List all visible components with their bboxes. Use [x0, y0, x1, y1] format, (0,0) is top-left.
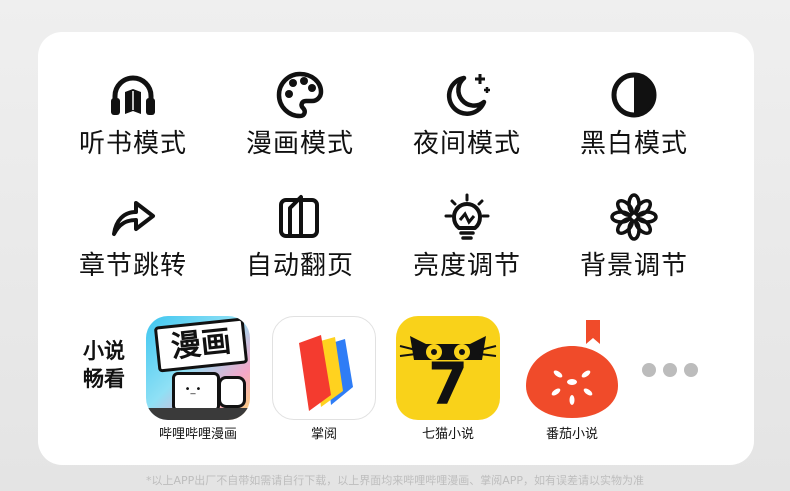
mode-background[interactable]: 背景调节 — [554, 154, 714, 281]
tile-text: 漫画 — [169, 323, 233, 366]
reading-modes-grid: 听书模式 漫画模式 夜间模式 黑白模式 章节跳转 自动翻页 亮度调节 背景调节 — [38, 32, 754, 292]
mode-label: 亮度调节 — [412, 251, 521, 281]
mode-label: 背景调节 — [579, 251, 688, 281]
flower-icon — [610, 193, 658, 241]
app-name: 哔哩哔哩漫画 — [158, 427, 237, 442]
app-name: 掌阅 — [310, 427, 337, 442]
forward-arrow-icon — [112, 201, 155, 236]
moon-stars-icon — [446, 74, 490, 116]
mode-label: 自动翻页 — [245, 251, 354, 281]
app-qimao[interactable]: 7 七猫小说 — [390, 316, 506, 444]
mode-brightness[interactable]: 亮度调节 — [387, 154, 547, 281]
fanqie-app-icon — [520, 316, 624, 420]
qimao-app-icon: 7 — [396, 316, 500, 420]
tile-text: 7 — [427, 350, 469, 418]
mode-comic[interactable]: 漫画模式 — [220, 32, 380, 159]
disclaimer-footnote: *以上APP出厂不自带如需请自行下载，以上界面均来哔哩哔哩漫画、掌阅APP，如有… — [145, 474, 645, 487]
page-flip-icon — [279, 195, 319, 238]
app-bilibili-manga[interactable]: 漫画 •_• 哔哩哔哩漫画 — [140, 316, 256, 444]
apps-title-line2: 畅看 — [83, 367, 125, 391]
mode-label: 章节跳转 — [78, 251, 187, 281]
mode-monochrome[interactable]: 黑白模式 — [554, 32, 714, 159]
mode-auto-page[interactable]: 自动翻页 — [220, 154, 380, 281]
half-circle-contrast-icon — [611, 72, 657, 118]
app-zhangyue[interactable]: 掌阅 — [266, 316, 382, 444]
mode-chapter-jump[interactable]: 章节跳转 — [53, 154, 213, 281]
more-dots-icon[interactable] — [642, 362, 712, 378]
mode-night[interactable]: 夜间模式 — [387, 32, 547, 159]
light-bulb-icon — [444, 193, 490, 240]
headphones-book-icon — [111, 75, 155, 115]
apps-title-line1: 小说 — [83, 339, 125, 363]
apps-section-title: 小说 畅看 — [83, 337, 143, 393]
mode-listen[interactable]: 听书模式 — [53, 32, 213, 159]
palette-icon — [276, 71, 324, 119]
features-card: 听书模式 漫画模式 夜间模式 黑白模式 章节跳转 自动翻页 亮度调节 背景调节 … — [38, 32, 754, 465]
app-fanqie[interactable]: 番茄小说 — [514, 316, 630, 444]
zhangyue-app-icon — [272, 316, 376, 420]
app-name: 七猫小说 — [421, 427, 474, 442]
bilibili-manga-app-icon: 漫画 •_• — [146, 316, 250, 420]
app-name: 番茄小说 — [545, 427, 598, 442]
